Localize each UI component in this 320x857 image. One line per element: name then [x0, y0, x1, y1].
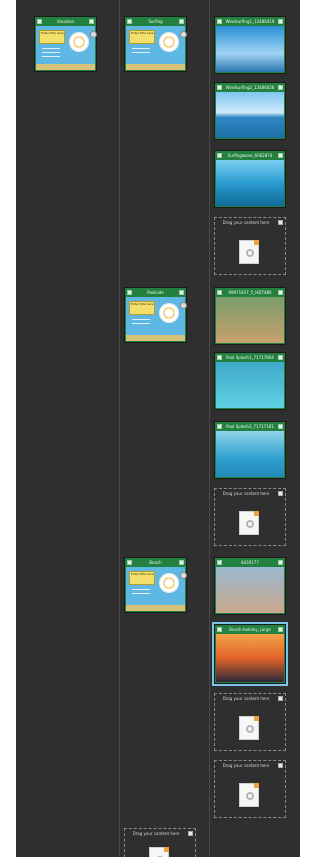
menu-card-vacation[interactable]: Vacation Enter title here	[34, 16, 97, 72]
image-icon	[217, 560, 222, 565]
checkbox-icon[interactable]	[278, 491, 283, 496]
checkbox-icon[interactable]	[278, 424, 283, 429]
menu-icon	[37, 19, 42, 24]
drop-zone-label: Drag your content here	[222, 763, 270, 768]
flower-graphic	[159, 573, 179, 593]
photo-card[interactable]: Pool Splash1_71717804	[214, 352, 286, 410]
checkbox-icon[interactable]	[89, 19, 94, 24]
menu-icon	[127, 560, 132, 565]
photo-thumbnail	[216, 567, 284, 613]
image-icon	[217, 290, 222, 295]
drop-zone[interactable]: Drag your content here	[214, 488, 286, 546]
photo-card[interactable]: 8430177	[214, 557, 286, 615]
title-panel: Enter title here	[129, 30, 155, 44]
flower-graphic	[69, 32, 89, 52]
title-panel: Enter title here	[129, 301, 155, 315]
photo-title: Surfingwave_6062874	[227, 153, 273, 158]
checkbox-icon[interactable]	[278, 355, 283, 360]
checkbox-icon[interactable]	[278, 763, 283, 768]
menu-tree-canvas: Vacation Enter title here Surfing Enter …	[16, 0, 300, 857]
photo-card[interactable]: Pool Splash3_71717181	[214, 421, 286, 479]
checkbox-icon[interactable]	[188, 831, 193, 836]
column-divider	[119, 0, 120, 857]
photo-title: Windsurfing2_12486426	[225, 85, 275, 90]
menu-icon	[127, 19, 132, 24]
drop-zone[interactable]: Drag your content here	[214, 760, 286, 818]
checkbox-icon[interactable]	[278, 220, 283, 225]
menu-title: Surfing	[148, 19, 163, 24]
checkbox-icon[interactable]	[179, 560, 184, 565]
photo-card[interactable]: Windsurfing2_12486426	[214, 82, 286, 140]
document-icon	[239, 511, 259, 535]
drop-zone[interactable]: Drag your content here	[214, 693, 286, 751]
drop-zone-label: Drag your content here	[222, 491, 270, 496]
drop-zone-label: Drag your content here	[132, 831, 180, 836]
drop-zone[interactable]: Drag your content here	[124, 828, 196, 857]
column-divider	[209, 0, 210, 857]
photo-title: Pool Splash1_71717804	[226, 355, 274, 360]
photo-card-selected[interactable]: Beach-holiday_Large	[214, 624, 286, 684]
checkbox-icon[interactable]	[278, 560, 283, 565]
image-icon	[217, 355, 222, 360]
checkbox-icon[interactable]	[278, 153, 283, 158]
image-icon	[217, 153, 222, 158]
photo-title: Windsurfing1_12486419	[225, 19, 275, 24]
photo-card[interactable]: 99971837_5_HD7480	[214, 287, 286, 345]
document-icon	[239, 716, 259, 740]
menu-title: Vacation	[56, 19, 75, 24]
photo-card[interactable]: Surfingwave_6062874	[214, 150, 286, 208]
photo-thumbnail	[216, 26, 284, 72]
checkbox-icon[interactable]	[179, 290, 184, 295]
menu-icon	[127, 290, 132, 295]
menu-card-surfing[interactable]: Surfing Enter title here	[124, 16, 187, 72]
menu-card-poolside[interactable]: Poolside Enter title here	[124, 287, 187, 343]
checkbox-icon[interactable]	[278, 19, 283, 24]
flower-graphic	[159, 32, 179, 52]
photo-title: 8430177	[241, 560, 259, 565]
photo-thumbnail	[216, 160, 284, 206]
photo-thumbnail	[216, 634, 284, 682]
document-icon	[239, 783, 259, 807]
checkbox-icon[interactable]	[278, 696, 283, 701]
image-icon	[217, 19, 222, 24]
checkbox-icon[interactable]	[179, 19, 184, 24]
drop-zone-label: Drag your content here	[222, 220, 270, 225]
document-icon	[149, 847, 169, 857]
menu-card-beach[interactable]: Beach Enter title here	[124, 557, 187, 613]
photo-thumbnail	[216, 297, 284, 343]
image-icon	[217, 85, 222, 90]
checkbox-icon[interactable]	[278, 85, 283, 90]
expand-handle-icon[interactable]	[180, 31, 187, 38]
photo-thumbnail	[216, 92, 284, 138]
menu-thumbnail: Enter title here	[126, 567, 185, 611]
title-panel: Enter title here	[129, 571, 155, 585]
menu-thumbnail: Enter title here	[126, 297, 185, 341]
menu-thumbnail: Enter title here	[36, 26, 95, 70]
image-icon	[217, 627, 222, 632]
title-panel: Enter title here	[39, 30, 65, 44]
document-icon	[239, 240, 259, 264]
expand-handle-icon[interactable]	[180, 572, 187, 579]
photo-card[interactable]: Windsurfing1_12486419	[214, 16, 286, 74]
menu-title: Poolside	[147, 290, 164, 295]
checkbox-icon[interactable]	[278, 627, 283, 632]
photo-title: Beach-holiday_Large	[229, 627, 271, 632]
menu-thumbnail: Enter title here	[126, 26, 185, 70]
expand-handle-icon[interactable]	[180, 302, 187, 309]
photo-thumbnail	[216, 362, 284, 408]
menu-title: Beach	[149, 560, 162, 565]
photo-title: Pool Splash3_71717181	[226, 424, 274, 429]
flower-graphic	[159, 303, 179, 323]
drop-zone-label: Drag your content here	[222, 696, 270, 701]
drop-zone[interactable]: Drag your content here	[214, 217, 286, 275]
checkbox-icon[interactable]	[278, 290, 283, 295]
photo-title: 99971837_5_HD7480	[228, 290, 272, 295]
image-icon	[217, 424, 222, 429]
photo-thumbnail	[216, 431, 284, 477]
expand-handle-icon[interactable]	[90, 31, 97, 38]
